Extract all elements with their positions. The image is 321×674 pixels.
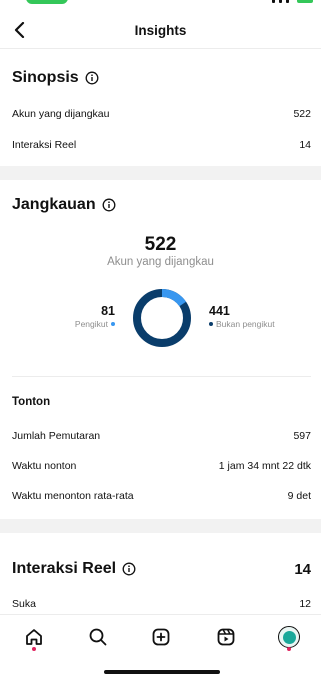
tonton-row-plays[interactable]: Jumlah Pemutaran 597 <box>12 430 311 442</box>
sinopsis-row-reach[interactable]: Akun yang dijangkau 522 <box>12 108 311 120</box>
non-followers-value: 441 <box>209 304 230 318</box>
profile-avatar <box>278 626 300 648</box>
non-followers-label: Bukan pengikut <box>216 319 275 329</box>
row-value: 14 <box>299 139 311 151</box>
nav-home[interactable] <box>22 625 46 649</box>
call-indicator <box>26 0 68 4</box>
top-bar: Insights <box>0 14 321 48</box>
sinopsis-title: Sinopsis <box>12 69 99 87</box>
battery-icon <box>297 0 313 3</box>
sinopsis-heading: Sinopsis <box>12 69 79 86</box>
followers-stat: 81 Pengikut <box>75 304 115 329</box>
info-icon[interactable] <box>85 71 99 85</box>
interaksi-row-likes[interactable]: Suka 12 <box>12 598 311 610</box>
nav-profile[interactable] <box>277 625 301 649</box>
section-separator <box>0 166 321 180</box>
profile-notification-dot <box>287 647 291 651</box>
non-followers-legend-dot <box>209 322 213 326</box>
row-value: 522 <box>293 108 311 120</box>
tonton-heading: Tonton <box>12 396 51 408</box>
row-label: Akun yang dijangkau <box>12 108 110 120</box>
row-value: 597 <box>293 430 311 442</box>
divider <box>12 376 311 377</box>
nav-create[interactable] <box>149 625 173 649</box>
row-label: Jumlah Pemutaran <box>12 430 101 442</box>
avatar-image <box>282 630 296 644</box>
jangkauan-heading: Jangkauan <box>12 196 96 213</box>
section-separator <box>0 519 321 533</box>
tonton-row-watch-time[interactable]: Waktu nonton 1 jam 34 mnt 22 dtk <box>12 460 311 472</box>
nav-reels[interactable] <box>214 625 238 649</box>
row-value: 1 jam 34 mnt 22 dtk <box>218 460 311 472</box>
row-label: Suka <box>12 598 36 610</box>
header-divider <box>0 48 321 49</box>
reach-total-label: Akun yang dijangkau <box>107 256 214 268</box>
row-label: Waktu menonton rata-rata <box>12 490 134 502</box>
sinopsis-row-interactions[interactable]: Interaksi Reel 14 <box>12 139 311 151</box>
nav-search[interactable] <box>86 625 110 649</box>
interaksi-title: Interaksi Reel <box>12 560 136 578</box>
followers-label: Pengikut <box>74 319 108 329</box>
reach-donut-chart <box>133 289 191 347</box>
row-value: 12 <box>299 598 311 610</box>
non-followers-label-row: Bukan pengikut <box>209 319 275 329</box>
create-icon <box>152 628 170 646</box>
page-title: Insights <box>134 23 187 38</box>
interaksi-count: 14 <box>294 561 311 578</box>
search-icon <box>89 628 107 646</box>
row-label: Waktu nonton <box>12 460 77 472</box>
home-notification-dot <box>32 647 36 651</box>
followers-label-row: Pengikut <box>75 319 115 329</box>
non-followers-stat: 441 Bukan pengikut <box>209 304 275 329</box>
followers-legend-dot <box>111 322 115 326</box>
interaksi-heading: Interaksi Reel <box>12 560 117 577</box>
reach-total: 522 <box>144 234 177 255</box>
info-icon[interactable] <box>122 562 136 576</box>
status-icons <box>272 0 313 3</box>
jangkauan-title: Jangkauan <box>12 196 116 214</box>
reels-icon <box>217 628 235 646</box>
bottom-nav <box>0 614 321 674</box>
info-icon[interactable] <box>102 198 116 212</box>
row-value: 9 det <box>287 490 311 502</box>
tonton-row-avg-watch-time[interactable]: Waktu menonton rata-rata 9 det <box>12 490 311 502</box>
home-indicator <box>104 670 220 674</box>
followers-value: 81 <box>101 304 115 318</box>
row-label: Interaksi Reel <box>12 139 77 151</box>
status-bar <box>0 0 321 8</box>
home-icon <box>26 629 42 645</box>
